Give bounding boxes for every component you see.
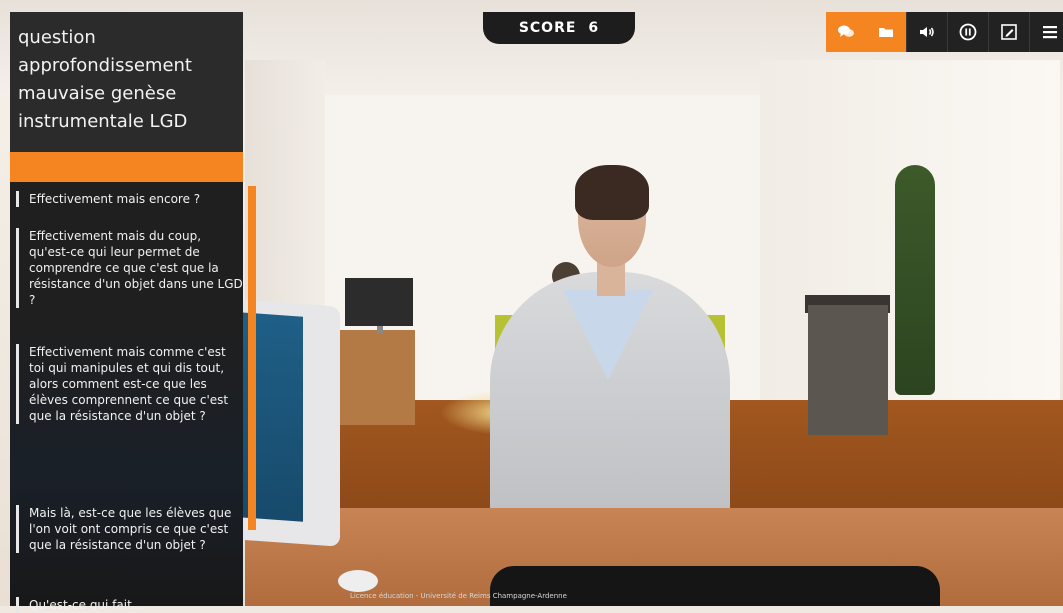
- computer-mouse: [338, 570, 378, 592]
- folder-button[interactable]: [866, 12, 906, 52]
- response-option-5[interactable]: Qu'est-ce qui fait...: [16, 597, 244, 613]
- edit-button[interactable]: [988, 12, 1029, 52]
- pause-button[interactable]: [947, 12, 988, 52]
- response-option-text: Effectivement mais encore ?: [29, 192, 201, 206]
- monitor-stand: [377, 326, 383, 334]
- response-option-text: Qu'est-ce qui fait...: [29, 598, 144, 612]
- footer-credit: Licence éducation - Université de Reims …: [350, 592, 567, 600]
- response-scrollbar[interactable]: [248, 186, 256, 530]
- plant: [895, 165, 935, 395]
- volume-button[interactable]: [906, 12, 947, 52]
- accent-bar: [10, 152, 243, 182]
- pause-icon: [959, 23, 977, 41]
- score-label: SCORE: [518, 20, 577, 36]
- background-shelf: [330, 330, 415, 425]
- avatar-hair: [575, 165, 649, 220]
- response-list: Effectivement mais encore ? Effectivemen…: [10, 182, 244, 613]
- response-option-text: Mais là, est-ce que les élèves que l'on …: [29, 506, 232, 552]
- response-option-2[interactable]: Effectivement mais du coup, qu'est-ce qu…: [16, 228, 244, 308]
- menu-button[interactable]: [1029, 12, 1063, 52]
- score-display: SCORE 6: [483, 12, 635, 44]
- question-title: question approfondissement mauvaise genè…: [18, 27, 192, 132]
- question-title-panel: question approfondissement mauvaise genè…: [10, 12, 243, 152]
- toolbar: [826, 12, 1063, 52]
- response-option-4[interactable]: Mais là, est-ce que les élèves que l'on …: [16, 505, 244, 553]
- response-option-3[interactable]: Effectivement mais comme c'est toi qui m…: [16, 344, 244, 424]
- chat-button[interactable]: [826, 12, 866, 52]
- menu-icon: [1043, 26, 1057, 39]
- response-option-1[interactable]: Effectivement mais encore ?: [16, 191, 244, 207]
- printer: [808, 305, 888, 435]
- score-value: 6: [588, 20, 600, 36]
- desk-dark-inset: [490, 566, 940, 606]
- chat-icon: [838, 25, 854, 37]
- background-monitor: [345, 278, 413, 326]
- edit-icon: [1001, 24, 1017, 40]
- response-option-text: Effectivement mais du coup, qu'est-ce qu…: [29, 229, 243, 307]
- folder-icon: [879, 28, 893, 37]
- volume-icon: [920, 27, 934, 37]
- response-option-text: Effectivement mais comme c'est toi qui m…: [29, 345, 229, 423]
